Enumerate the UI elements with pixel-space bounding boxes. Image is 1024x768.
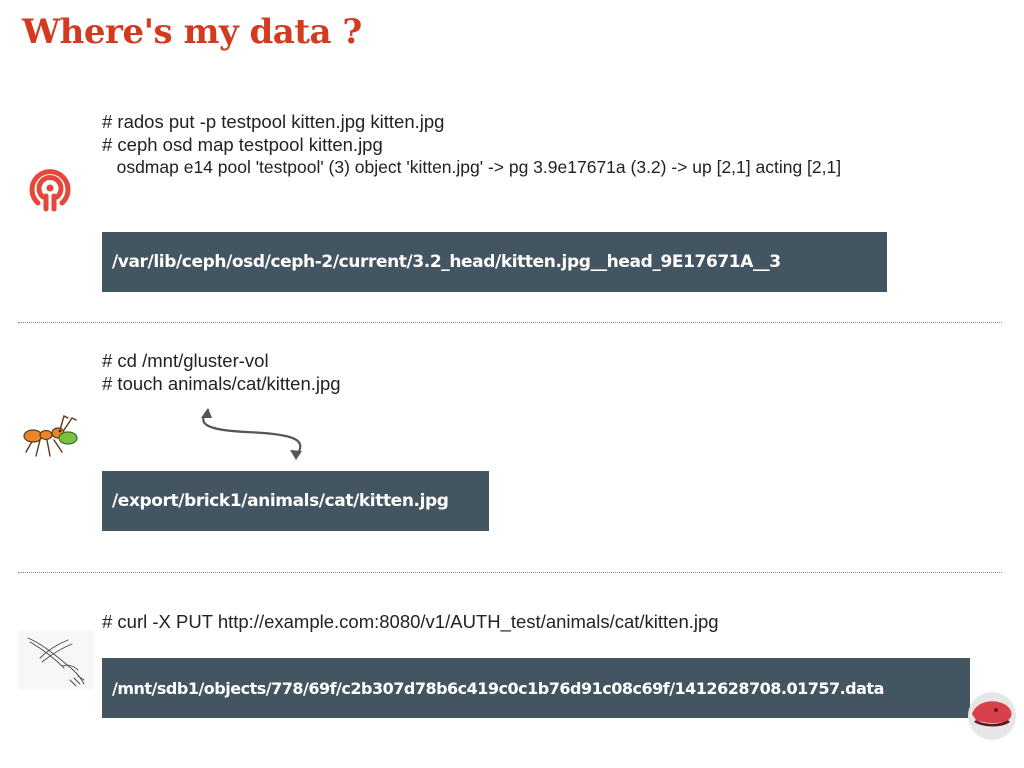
redhat-logo-icon [962, 688, 1022, 744]
gluster-command-1: # cd /mnt/gluster-vol [102, 350, 269, 371]
swift-command-1: # curl -X PUT http://example.com:8080/v1… [102, 611, 719, 632]
page-title: Where's my data ? [22, 12, 362, 52]
ceph-command-2: # ceph osd map testpool kitten.jpg [102, 134, 383, 155]
ceph-path-text: /var/lib/ceph/osd/ceph-2/current/3.2_hea… [112, 252, 781, 272]
gluster-ant-icon [20, 412, 82, 460]
gluster-path-text: /export/brick1/animals/cat/kitten.jpg [112, 491, 449, 511]
curved-arrow-icon [196, 404, 308, 464]
ceph-logo-icon [24, 162, 76, 214]
section-divider-2 [18, 572, 1002, 573]
swift-path-text: /mnt/sdb1/objects/778/69f/c2b307d78b6c41… [112, 678, 884, 698]
gluster-command-2: # touch animals/cat/kitten.jpg [102, 373, 341, 394]
section-divider-1 [18, 322, 1002, 323]
ceph-command-1: # rados put -p testpool kitten.jpg kitte… [102, 111, 445, 132]
gluster-path-box: /export/brick1/animals/cat/kitten.jpg [102, 471, 489, 531]
swift-path-box: /mnt/sdb1/objects/778/69f/c2b307d78b6c41… [102, 658, 970, 718]
ceph-path-box: /var/lib/ceph/osd/ceph-2/current/3.2_hea… [102, 232, 887, 292]
ceph-command-output: osdmap e14 pool 'testpool' (3) object 'k… [102, 157, 842, 177]
swift-bird-icon [18, 630, 94, 690]
